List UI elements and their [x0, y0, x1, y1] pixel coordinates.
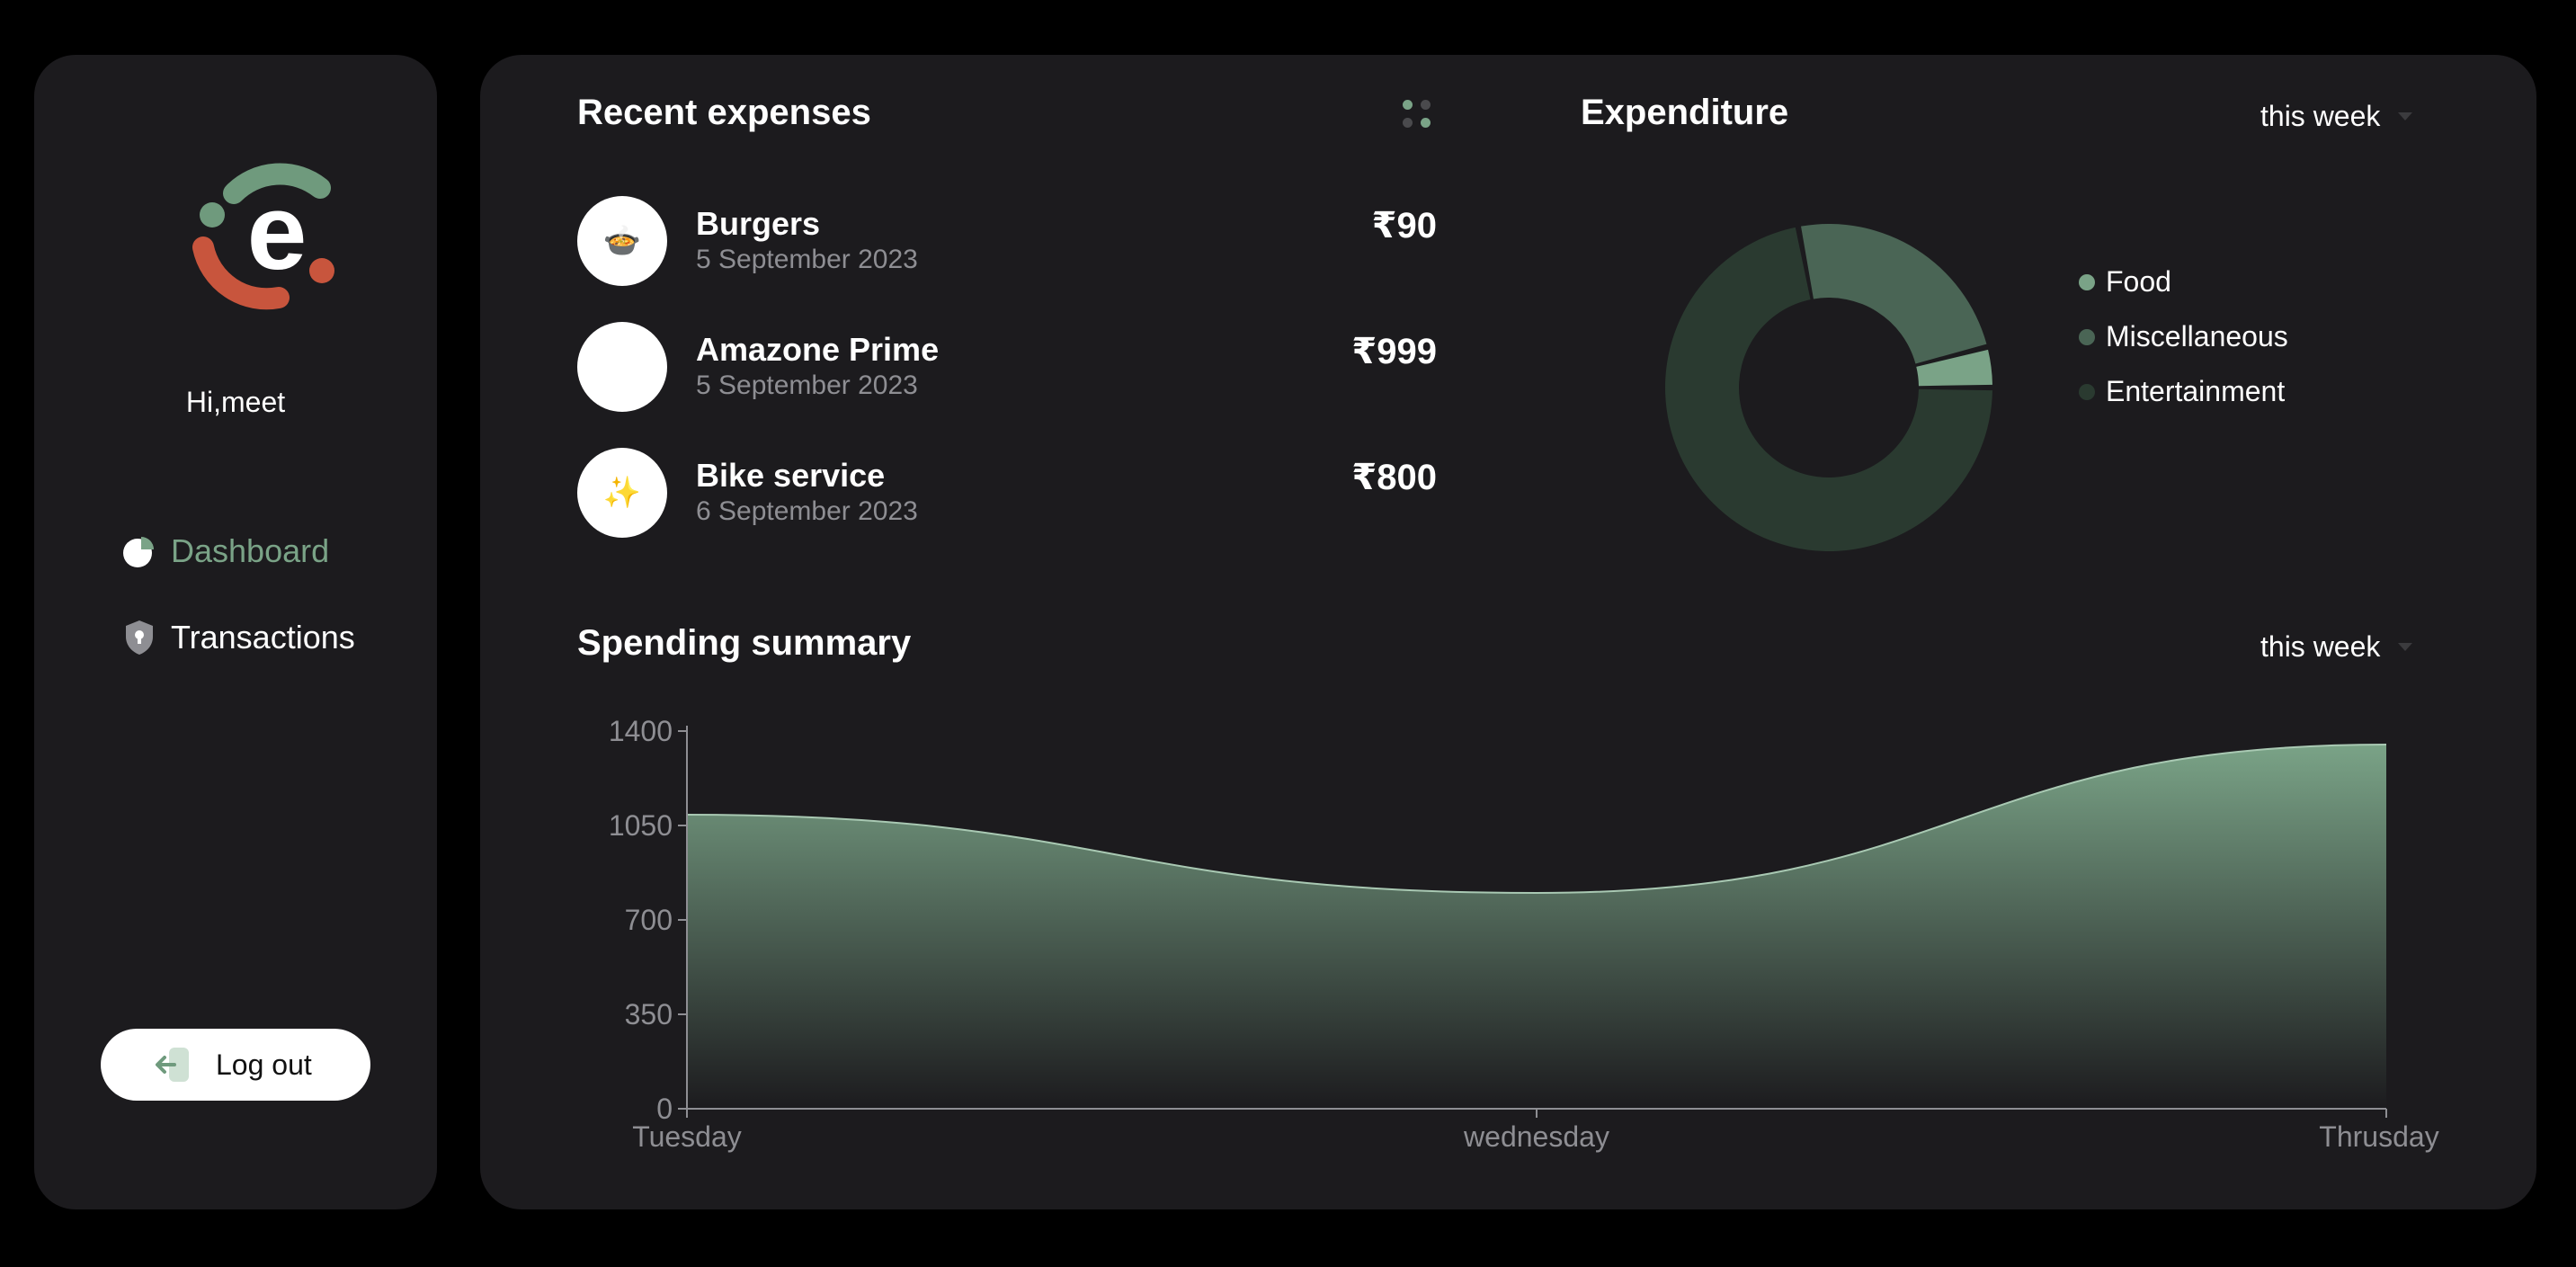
y-tick-label: 0	[656, 1093, 673, 1125]
expense-amount: ₹999	[1351, 332, 1437, 371]
sparkles-icon: ✨	[577, 448, 667, 538]
legend-label: Food	[2106, 265, 2171, 298]
expenditure-title: Expenditure	[1581, 93, 1789, 132]
logout-icon	[156, 1048, 189, 1082]
expenditure-period-select[interactable]: this week	[2260, 100, 2413, 133]
chevron-down-icon	[2398, 643, 2413, 651]
sidebar-item-transactions[interactable]: Transactions	[120, 619, 355, 656]
legend-item-entertainment: Entertainment	[2079, 364, 2288, 419]
legend-dot	[2079, 383, 2095, 400]
legend-dot	[2079, 273, 2095, 290]
period-label: this week	[2260, 100, 2381, 132]
expense-name: Burgers	[696, 205, 821, 242]
food-bowl-icon: 🍲	[577, 196, 667, 286]
donut-slice-miscellaneous	[1801, 223, 1987, 364]
legend-dot	[2079, 328, 2095, 345]
list-item[interactable]: 🎟 Amazone Prime 5 September 2023 ₹999	[577, 322, 1437, 412]
sidebar: e Hi,meet Dashboard Transactions Log out	[34, 55, 437, 1209]
expense-date: 6 September 2023	[696, 496, 918, 526]
expense-amount: ₹800	[1351, 458, 1437, 497]
list-item[interactable]: 🍲 Burgers 5 September 2023 ₹90	[577, 196, 1437, 286]
y-tick-label: 1400	[609, 715, 673, 747]
app-logo: e	[192, 163, 334, 310]
legend-item-food: Food	[2079, 254, 2288, 309]
x-tick-label: Tuesday	[632, 1120, 742, 1153]
sidebar-item-dashboard[interactable]: Dashboard	[120, 532, 329, 570]
legend-label: Entertainment	[2106, 375, 2286, 407]
user-greeting: Hi,meet	[185, 386, 286, 418]
x-tick-label: Thrusday	[2319, 1120, 2438, 1153]
sidebar-item-label: Transactions	[171, 619, 355, 656]
period-label: this week	[2260, 630, 2381, 663]
expense-date: 5 September 2023	[696, 370, 918, 400]
area-line	[686, 744, 2387, 895]
logout-label: Log out	[216, 1048, 312, 1081]
expenditure-donut-chart	[1665, 223, 1992, 551]
grid-menu-icon[interactable]	[1397, 94, 1437, 134]
recent-expenses-title: Recent expenses	[577, 93, 871, 132]
spending-summary-title: Spending summary	[577, 623, 912, 663]
y-tick-label: 700	[625, 904, 673, 936]
sidebar-item-label: Dashboard	[171, 532, 330, 569]
expense-amount: ₹90	[1371, 206, 1437, 245]
x-tick-label: wednesday	[1463, 1120, 1609, 1153]
pie-chart-icon	[120, 532, 158, 570]
y-tick-label: 350	[625, 998, 673, 1031]
logout-button[interactable]: Log out	[101, 1029, 370, 1101]
legend-item-miscellaneous: Miscellaneous	[2079, 309, 2288, 364]
expenditure-legend: Food Miscellaneous Entertainment	[2079, 254, 2288, 419]
main-panel: Recent expenses 🍲 Burgers 5 September 20…	[480, 55, 2536, 1209]
expense-date: 5 September 2023	[696, 245, 918, 274]
shield-icon	[120, 619, 158, 656]
legend-label: Miscellaneous	[2106, 320, 2288, 352]
spending-period-select[interactable]: this week	[2260, 630, 2413, 664]
chevron-down-icon	[2398, 112, 2413, 120]
y-tick-label: 1050	[609, 809, 673, 842]
expense-name: Bike service	[696, 457, 886, 494]
expense-name: Amazone Prime	[696, 331, 940, 368]
list-item[interactable]: ✨ Bike service 6 September 2023 ₹800	[577, 448, 1437, 538]
svg-text:e: e	[247, 172, 308, 292]
ticket-icon: 🎟	[577, 322, 667, 412]
area-fill	[687, 745, 2386, 1109]
